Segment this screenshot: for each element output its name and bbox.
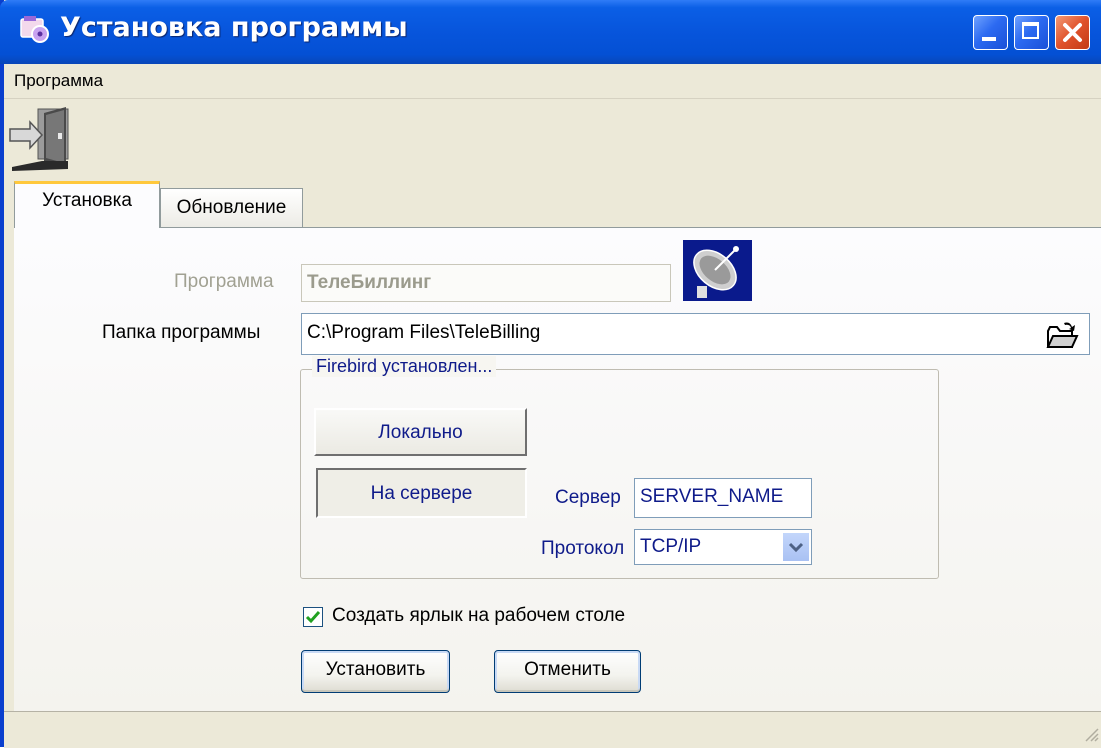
server-label: Сервер bbox=[555, 487, 621, 508]
program-label: Программа bbox=[174, 271, 274, 292]
close-button[interactable] bbox=[1055, 15, 1090, 50]
install-button[interactable]: Установить bbox=[301, 650, 450, 693]
menu-bar: Программа bbox=[4, 64, 1101, 99]
checkmark-icon bbox=[305, 611, 321, 624]
satellite-dish-icon bbox=[683, 240, 752, 301]
folder-label: Папка программы bbox=[102, 322, 261, 343]
maximize-button[interactable] bbox=[1014, 15, 1049, 50]
firebird-group-legend: Firebird установлен... bbox=[312, 356, 497, 377]
title-bar[interactable]: Установка программы bbox=[0, 0, 1101, 64]
shortcut-checkbox[interactable] bbox=[303, 607, 323, 627]
maximize-icon bbox=[1022, 22, 1039, 39]
resize-grip-icon[interactable] bbox=[1083, 726, 1099, 742]
status-bar bbox=[4, 711, 1101, 748]
protocol-dropdown-button[interactable] bbox=[782, 532, 810, 562]
exit-door-icon[interactable] bbox=[8, 105, 82, 171]
server-button[interactable]: На сервере bbox=[316, 468, 527, 518]
server-name-input[interactable]: SERVER_NAME bbox=[634, 478, 812, 518]
app-icon bbox=[20, 16, 49, 43]
menu-program[interactable]: Программа bbox=[14, 71, 103, 91]
tab-update[interactable]: Обновление bbox=[160, 188, 303, 228]
local-button[interactable]: Локально bbox=[314, 408, 527, 456]
minimize-icon bbox=[982, 37, 996, 41]
protocol-label: Протокол bbox=[541, 538, 625, 559]
tab-install[interactable]: Установка bbox=[14, 181, 160, 228]
chevron-down-icon bbox=[788, 542, 804, 553]
cancel-button[interactable]: Отменить bbox=[494, 650, 641, 693]
installer-window: Установка программы Программа Установка … bbox=[0, 0, 1101, 748]
window-title: Установка программы bbox=[60, 12, 408, 43]
close-icon bbox=[1063, 23, 1082, 42]
folder-path-input[interactable]: C:\Program Files\TeleBilling bbox=[301, 313, 1090, 355]
shortcut-checkbox-label[interactable]: Создать ярлык на рабочем столе bbox=[332, 605, 625, 627]
program-field: ТелеБиллинг bbox=[301, 264, 671, 302]
folder-open-icon[interactable] bbox=[1044, 319, 1080, 353]
minimize-button[interactable] bbox=[973, 15, 1008, 50]
